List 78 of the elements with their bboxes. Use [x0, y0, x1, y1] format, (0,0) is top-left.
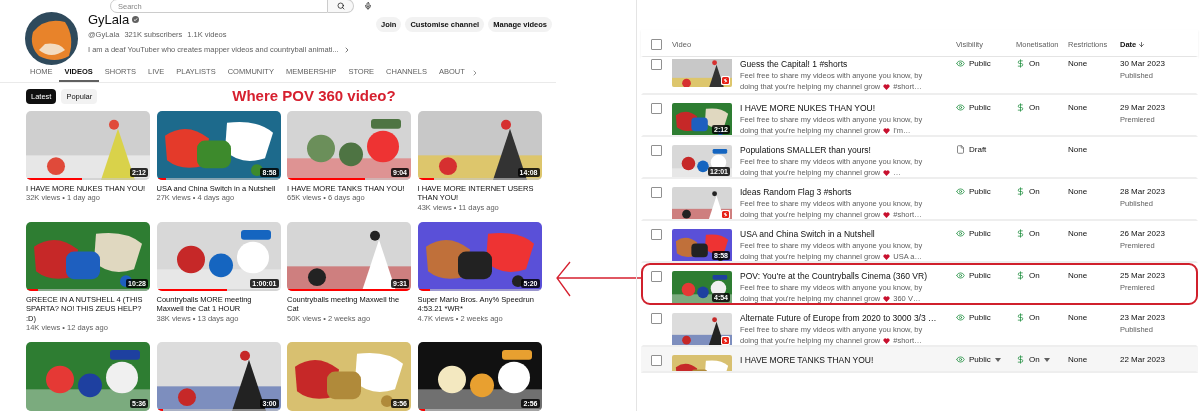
checkbox[interactable] [651, 145, 662, 156]
visibility-status: Public [969, 103, 991, 112]
dollar-icon [1016, 103, 1025, 112]
dollar-icon [1016, 229, 1025, 238]
monetisation-status: On [1029, 229, 1040, 238]
video-date: 26 Mar 2023 [1120, 229, 1166, 238]
restrictions-status: None [1068, 103, 1088, 112]
eye-icon [956, 271, 965, 280]
visibility-status: Public [969, 187, 991, 196]
channel-name: GyLala [88, 12, 130, 28]
video-title[interactable]: I HAVE MORE NUKES THAN YOU! [740, 103, 956, 113]
document-icon [956, 145, 965, 154]
heart-icon [883, 295, 891, 302]
video-title[interactable]: I HAVE MORE TANKS THAN YOU! [740, 355, 956, 365]
avatar [25, 12, 78, 66]
checkbox[interactable] [651, 313, 662, 324]
restrictions-status: None [1068, 187, 1088, 196]
video-title[interactable]: Guess the Capital! 1 #shorts [740, 59, 956, 69]
checkbox[interactable] [651, 59, 662, 70]
monetisation-status: On [1029, 187, 1040, 196]
restrictions-status: None [1068, 271, 1088, 280]
eye-icon [956, 229, 965, 238]
heart-icon [883, 337, 891, 344]
dollar-icon [1016, 271, 1025, 280]
checkbox[interactable] [651, 187, 662, 198]
heart-icon [883, 169, 891, 176]
video-title[interactable]: Alternate Future of Europe from 2020 to 3000 3/3 … [740, 313, 956, 323]
search-icon [336, 2, 345, 10]
video-date: 28 Mar 2023 [1120, 187, 1166, 196]
heart-icon [883, 127, 891, 134]
annotation-text: Where POV 360 video? [232, 86, 396, 104]
caret-icon [994, 357, 1001, 362]
checkbox[interactable] [651, 229, 662, 240]
dollar-icon [1016, 355, 1025, 364]
restrictions-status: None [1068, 355, 1088, 364]
monetisation-status: On [1029, 103, 1040, 112]
microphone-icon[interactable] [364, 2, 372, 10]
visibility-status: Public [969, 313, 991, 322]
visibility-status: Public [969, 271, 991, 280]
video-title[interactable]: Ideas Random Flag 3 #shorts [740, 187, 956, 197]
restrictions-status: None [1068, 229, 1088, 238]
heart-icon [883, 83, 891, 90]
visibility-status: Draft [969, 145, 987, 154]
eye-icon [956, 103, 965, 112]
video-date: 30 Mar 2023 [1120, 59, 1166, 68]
video-date: 25 Mar 2023 [1120, 271, 1166, 280]
video-title[interactable]: USA and China Switch in a Nutshell [740, 229, 956, 239]
restrictions-status: None [1068, 145, 1088, 154]
visibility-status: Public [969, 355, 991, 364]
caret-icon [1043, 357, 1050, 362]
checkbox[interactable] [651, 355, 662, 366]
video-date: 22 Mar 2023 [1120, 355, 1166, 364]
sort-arrow-icon [1138, 40, 1146, 48]
heart-icon [883, 211, 891, 218]
search-button[interactable] [328, 0, 354, 13]
checkbox[interactable] [651, 271, 662, 282]
eye-icon [956, 313, 965, 322]
dollar-icon [1016, 187, 1025, 196]
dollar-icon [1016, 313, 1025, 322]
checkbox[interactable] [651, 38, 662, 50]
eye-icon [956, 59, 965, 68]
checkbox[interactable] [651, 103, 662, 114]
video-date: 23 Mar 2023 [1120, 313, 1166, 322]
video-title[interactable]: Populations SMALLER than yours! [740, 145, 956, 155]
eye-icon [956, 355, 965, 364]
restrictions-status: None [1068, 59, 1088, 68]
restrictions-status: None [1068, 313, 1088, 322]
monetisation-status: On [1029, 355, 1040, 364]
monetisation-status: On [1029, 271, 1040, 280]
heart-icon [883, 253, 891, 260]
monetisation-status: On [1029, 59, 1040, 68]
video-title[interactable]: POV: You're at the Countryballs Cinema (360 VR) [740, 271, 956, 281]
eye-icon [956, 187, 965, 196]
dollar-icon [1016, 59, 1025, 68]
visibility-status: Public [969, 229, 991, 238]
monetisation-status: On [1029, 313, 1040, 322]
visibility-status: Public [969, 59, 991, 68]
video-date: 29 Mar 2023 [1120, 103, 1166, 112]
